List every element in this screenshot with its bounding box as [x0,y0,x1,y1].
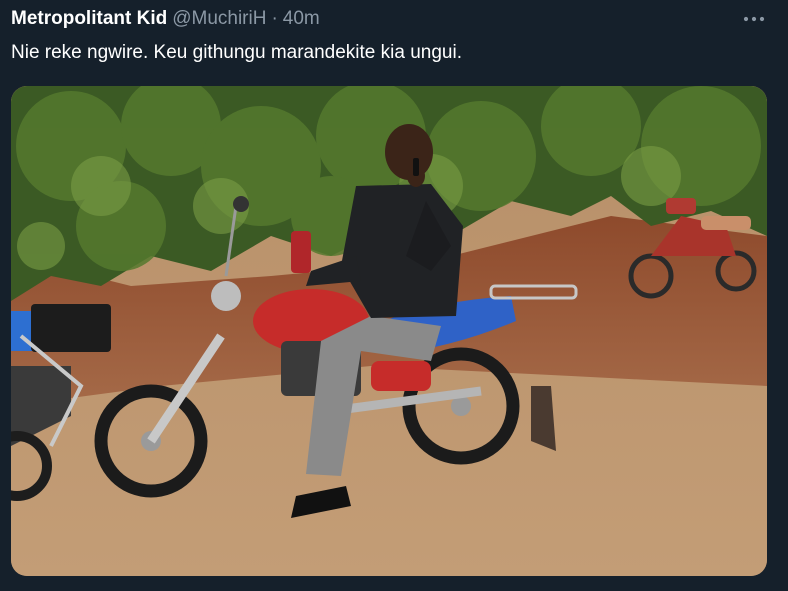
photo-illustration [11,86,767,576]
tweet-photo[interactable] [11,86,767,576]
tweet-timestamp[interactable]: 40m [283,7,320,31]
more-options-button[interactable] [738,6,770,32]
separator-dot: · [271,8,278,29]
author-handle[interactable]: @MuchiriH [172,7,266,31]
tweet[interactable]: Metropolitant Kid @MuchiriH · 40m Nie re… [0,0,788,591]
more-horizontal-icon [743,16,765,22]
tweet-text: Nie reke ngwire. Keu githungu marandekit… [11,42,462,63]
tweet-header: Metropolitant Kid @MuchiriH · 40m [11,7,320,31]
author-display-name[interactable]: Metropolitant Kid [11,7,167,31]
